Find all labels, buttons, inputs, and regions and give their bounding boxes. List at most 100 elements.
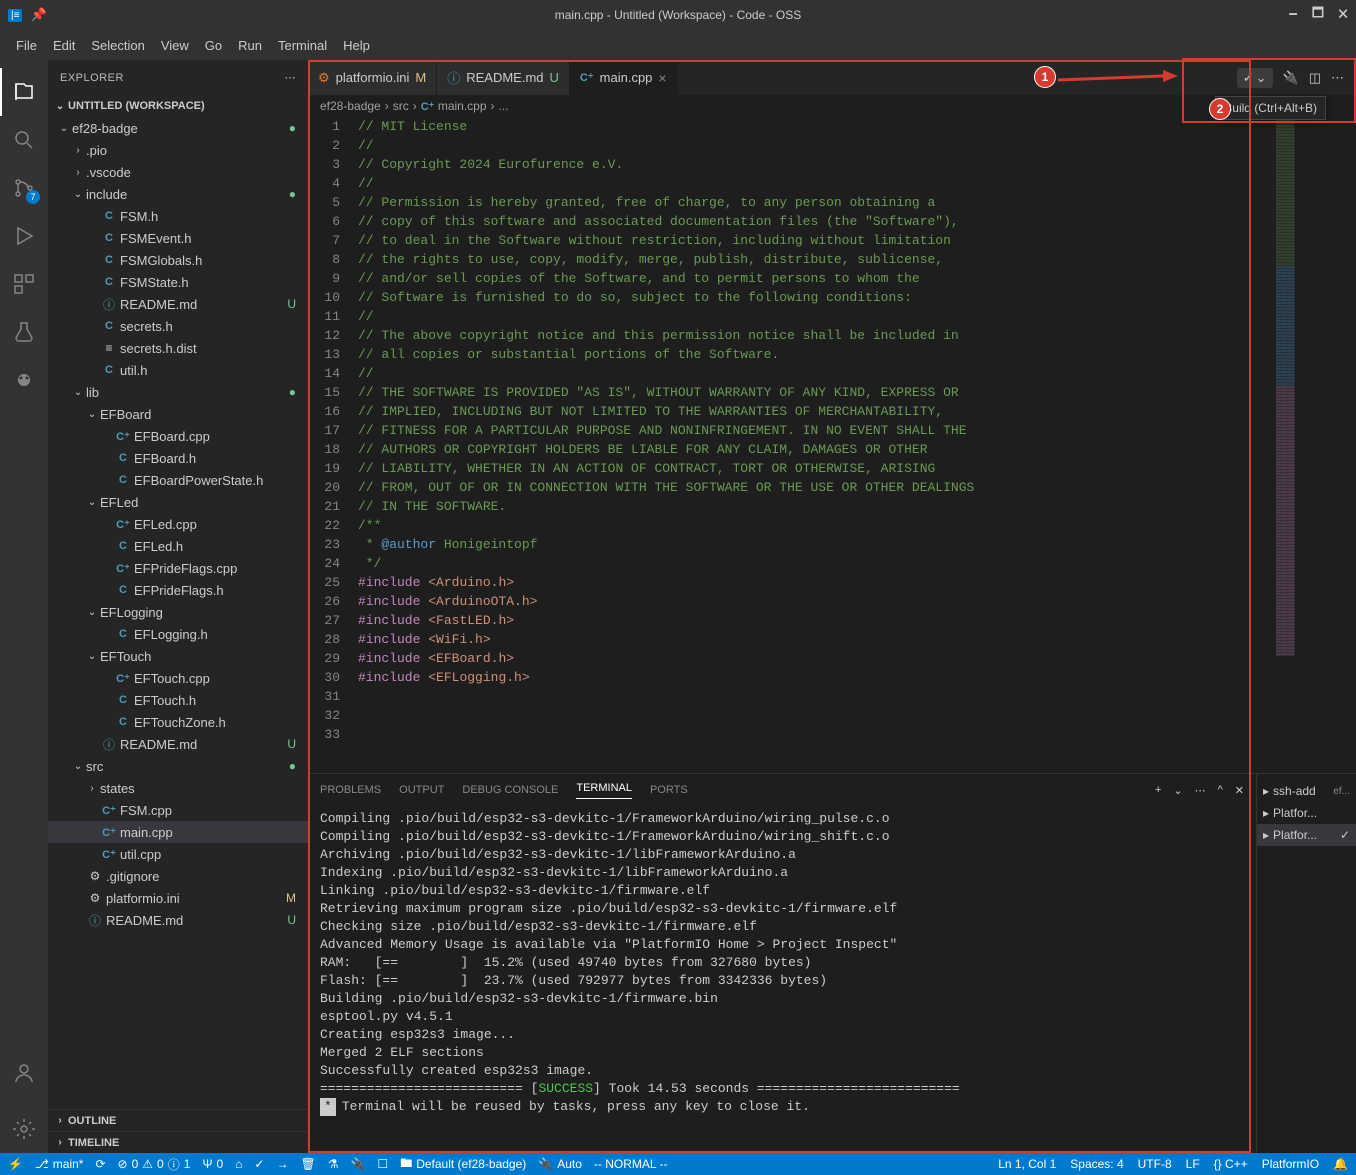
folder-EFLogging[interactable]: ⌄EFLogging xyxy=(48,601,308,623)
more-actions-icon[interactable]: ⋯ xyxy=(1331,70,1344,86)
code-editor[interactable]: 1234567891011121314151617181920212223242… xyxy=(308,117,1276,773)
folder-.vscode[interactable]: ›.vscode xyxy=(48,161,308,183)
indentation[interactable]: Spaces: 4 xyxy=(1070,1157,1123,1171)
folder-lib[interactable]: ⌄lib● xyxy=(48,381,308,403)
git-branch[interactable]: ⎇ main* xyxy=(35,1157,84,1171)
folder-.pio[interactable]: ›.pio xyxy=(48,139,308,161)
file-.gitignore[interactable]: ⚙.gitignore xyxy=(48,865,308,887)
menu-go[interactable]: Go xyxy=(197,34,230,57)
tab-main.cpp[interactable]: C⁺main.cpp× xyxy=(570,60,678,95)
panel-tab-terminal[interactable]: TERMINAL xyxy=(576,782,632,799)
panel-close-icon[interactable]: ✕ xyxy=(1235,784,1244,797)
file-EFBoardPowerState.h[interactable]: CEFBoardPowerState.h xyxy=(48,469,308,491)
panel-more-icon[interactable]: ⋯ xyxy=(1195,784,1206,797)
file-FSMEvent.h[interactable]: CFSMEvent.h xyxy=(48,227,308,249)
breadcrumb-item[interactable]: C⁺ main.cpp xyxy=(421,99,487,113)
extensions-icon[interactable] xyxy=(0,260,48,308)
breadcrumb-item[interactable]: src xyxy=(393,99,409,113)
file-FSM.h[interactable]: CFSM.h xyxy=(48,205,308,227)
file-EFPrideFlags.h[interactable]: CEFPrideFlags.h xyxy=(48,579,308,601)
file-util.h[interactable]: Cutil.h xyxy=(48,359,308,381)
menu-edit[interactable]: Edit xyxy=(45,34,83,57)
menu-help[interactable]: Help xyxy=(335,34,378,57)
file-EFBoard.h[interactable]: CEFBoard.h xyxy=(48,447,308,469)
more-icon[interactable]: ⋯ xyxy=(285,71,297,84)
pio-build-icon[interactable]: ✓ xyxy=(254,1157,264,1171)
pio-terminal-icon[interactable]: ☐ xyxy=(377,1157,388,1171)
serial-monitor-icon[interactable]: 🔌 xyxy=(1283,70,1299,86)
menu-run[interactable]: Run xyxy=(230,34,270,57)
panel-tab-ports[interactable]: PORTS xyxy=(650,784,688,796)
file-EFBoard.cpp[interactable]: C⁺EFBoard.cpp xyxy=(48,425,308,447)
eol[interactable]: LF xyxy=(1186,1157,1200,1171)
accounts-icon[interactable] xyxy=(0,1049,48,1097)
maximize-icon[interactable]: 🗖 xyxy=(1312,4,1324,26)
terminal-dropdown-icon[interactable]: ⌄ xyxy=(1173,784,1182,797)
file-secrets.h.dist[interactable]: ≡secrets.h.dist xyxy=(48,337,308,359)
close-tab-icon[interactable]: × xyxy=(658,70,666,86)
folder-EFTouch[interactable]: ⌄EFTouch xyxy=(48,645,308,667)
chevron-down-icon[interactable]: ⌄ xyxy=(1256,70,1267,86)
folder-EFBoard[interactable]: ⌄EFBoard xyxy=(48,403,308,425)
folder-include[interactable]: ⌄include● xyxy=(48,183,308,205)
file-EFTouch.h[interactable]: CEFTouch.h xyxy=(48,689,308,711)
file-util.cpp[interactable]: C⁺util.cpp xyxy=(48,843,308,865)
file-EFTouchZone.h[interactable]: CEFTouchZone.h xyxy=(48,711,308,733)
folder-ef28-badge[interactable]: ⌄ef28-badge● xyxy=(48,117,308,139)
terminal-instance[interactable]: ▸Platfor...✓ xyxy=(1257,824,1356,846)
pio-env[interactable]: 🖿 Default (ef28-badge) xyxy=(400,1154,526,1175)
breadcrumb-item[interactable]: ef28-badge xyxy=(320,99,381,113)
file-main.cpp[interactable]: C⁺main.cpp xyxy=(48,821,308,843)
language-mode[interactable]: {} C++ xyxy=(1214,1157,1248,1171)
settings-icon[interactable] xyxy=(0,1105,48,1153)
file-README.md[interactable]: ⓘREADME.mdU xyxy=(48,293,308,315)
panel-tab-output[interactable]: OUTPUT xyxy=(399,784,444,796)
terminal-output[interactable]: Compiling .pio/build/esp32-s3-devkitc-1/… xyxy=(308,806,1256,1153)
tab-README.md[interactable]: ⓘREADME.mdU xyxy=(437,60,570,95)
build-button[interactable]: ✓⌄ xyxy=(1237,68,1273,88)
file-platformio.ini[interactable]: ⚙platformio.iniM xyxy=(48,887,308,909)
file-EFTouch.cpp[interactable]: C⁺EFTouch.cpp xyxy=(48,667,308,689)
panel-tab-problems[interactable]: PROBLEMS xyxy=(320,784,381,796)
file-EFLed.cpp[interactable]: C⁺EFLed.cpp xyxy=(48,513,308,535)
folder-states[interactable]: ›states xyxy=(48,777,308,799)
file-secrets.h[interactable]: Csecrets.h xyxy=(48,315,308,337)
sync-icon[interactable]: ⟳ xyxy=(95,1157,105,1171)
file-README.md[interactable]: ⓘREADME.mdU xyxy=(48,909,308,931)
timeline-section[interactable]: › TIMELINE xyxy=(48,1131,308,1153)
file-FSM.cpp[interactable]: C⁺FSM.cpp xyxy=(48,799,308,821)
breadcrumb-item[interactable]: ... xyxy=(499,99,509,113)
close-icon[interactable]: 🗙 xyxy=(1338,4,1348,26)
platformio-icon[interactable] xyxy=(0,356,48,404)
menu-terminal[interactable]: Terminal xyxy=(270,34,335,57)
pio-monitor-icon[interactable]: 🔌 xyxy=(350,1157,365,1171)
explorer-icon[interactable] xyxy=(0,68,48,116)
breadcrumbs[interactable]: ef28-badge›src›C⁺ main.cpp›... xyxy=(308,95,1356,117)
terminal-instance[interactable]: ▸ssh-addef... xyxy=(1257,780,1356,802)
pio-test-icon[interactable]: ⚗ xyxy=(328,1157,339,1171)
pio-port[interactable]: 🔌 Auto xyxy=(538,1157,582,1171)
file-FSMState.h[interactable]: CFSMState.h xyxy=(48,271,308,293)
pio-home-icon[interactable]: ⌂ xyxy=(235,1157,242,1171)
search-icon[interactable] xyxy=(0,116,48,164)
file-EFLogging.h[interactable]: CEFLogging.h xyxy=(48,623,308,645)
tab-platformio.ini[interactable]: ⚙platformio.iniM xyxy=(308,60,437,95)
folder-EFLed[interactable]: ⌄EFLed xyxy=(48,491,308,513)
outline-section[interactable]: › OUTLINE xyxy=(48,1109,308,1131)
file-EFPrideFlags.cpp[interactable]: C⁺EFPrideFlags.cpp xyxy=(48,557,308,579)
pio-upload-icon[interactable]: → xyxy=(276,1157,288,1171)
pin-icon[interactable]: 📌 xyxy=(30,7,46,23)
notifications-icon[interactable]: 🔔 xyxy=(1333,1157,1348,1171)
menu-file[interactable]: File xyxy=(8,34,45,57)
workspace-header[interactable]: ⌄ UNTITLED (WORKSPACE) xyxy=(48,95,308,117)
testing-icon[interactable] xyxy=(0,308,48,356)
source-control-icon[interactable]: 7 xyxy=(0,164,48,212)
cursor-position[interactable]: Ln 1, Col 1 xyxy=(998,1157,1056,1171)
file-EFLed.h[interactable]: CEFLed.h xyxy=(48,535,308,557)
errors-warnings[interactable]: ⊘ 0 ⚠ 0 ⓘ 1 xyxy=(118,1156,191,1173)
platformio-status[interactable]: PlatformIO xyxy=(1262,1157,1319,1171)
minimize-icon[interactable]: 🗕 xyxy=(1289,4,1298,26)
pio-clean-icon[interactable]: 🗑 xyxy=(300,1157,315,1171)
panel-maximize-icon[interactable]: ^ xyxy=(1218,784,1223,797)
run-debug-icon[interactable] xyxy=(0,212,48,260)
